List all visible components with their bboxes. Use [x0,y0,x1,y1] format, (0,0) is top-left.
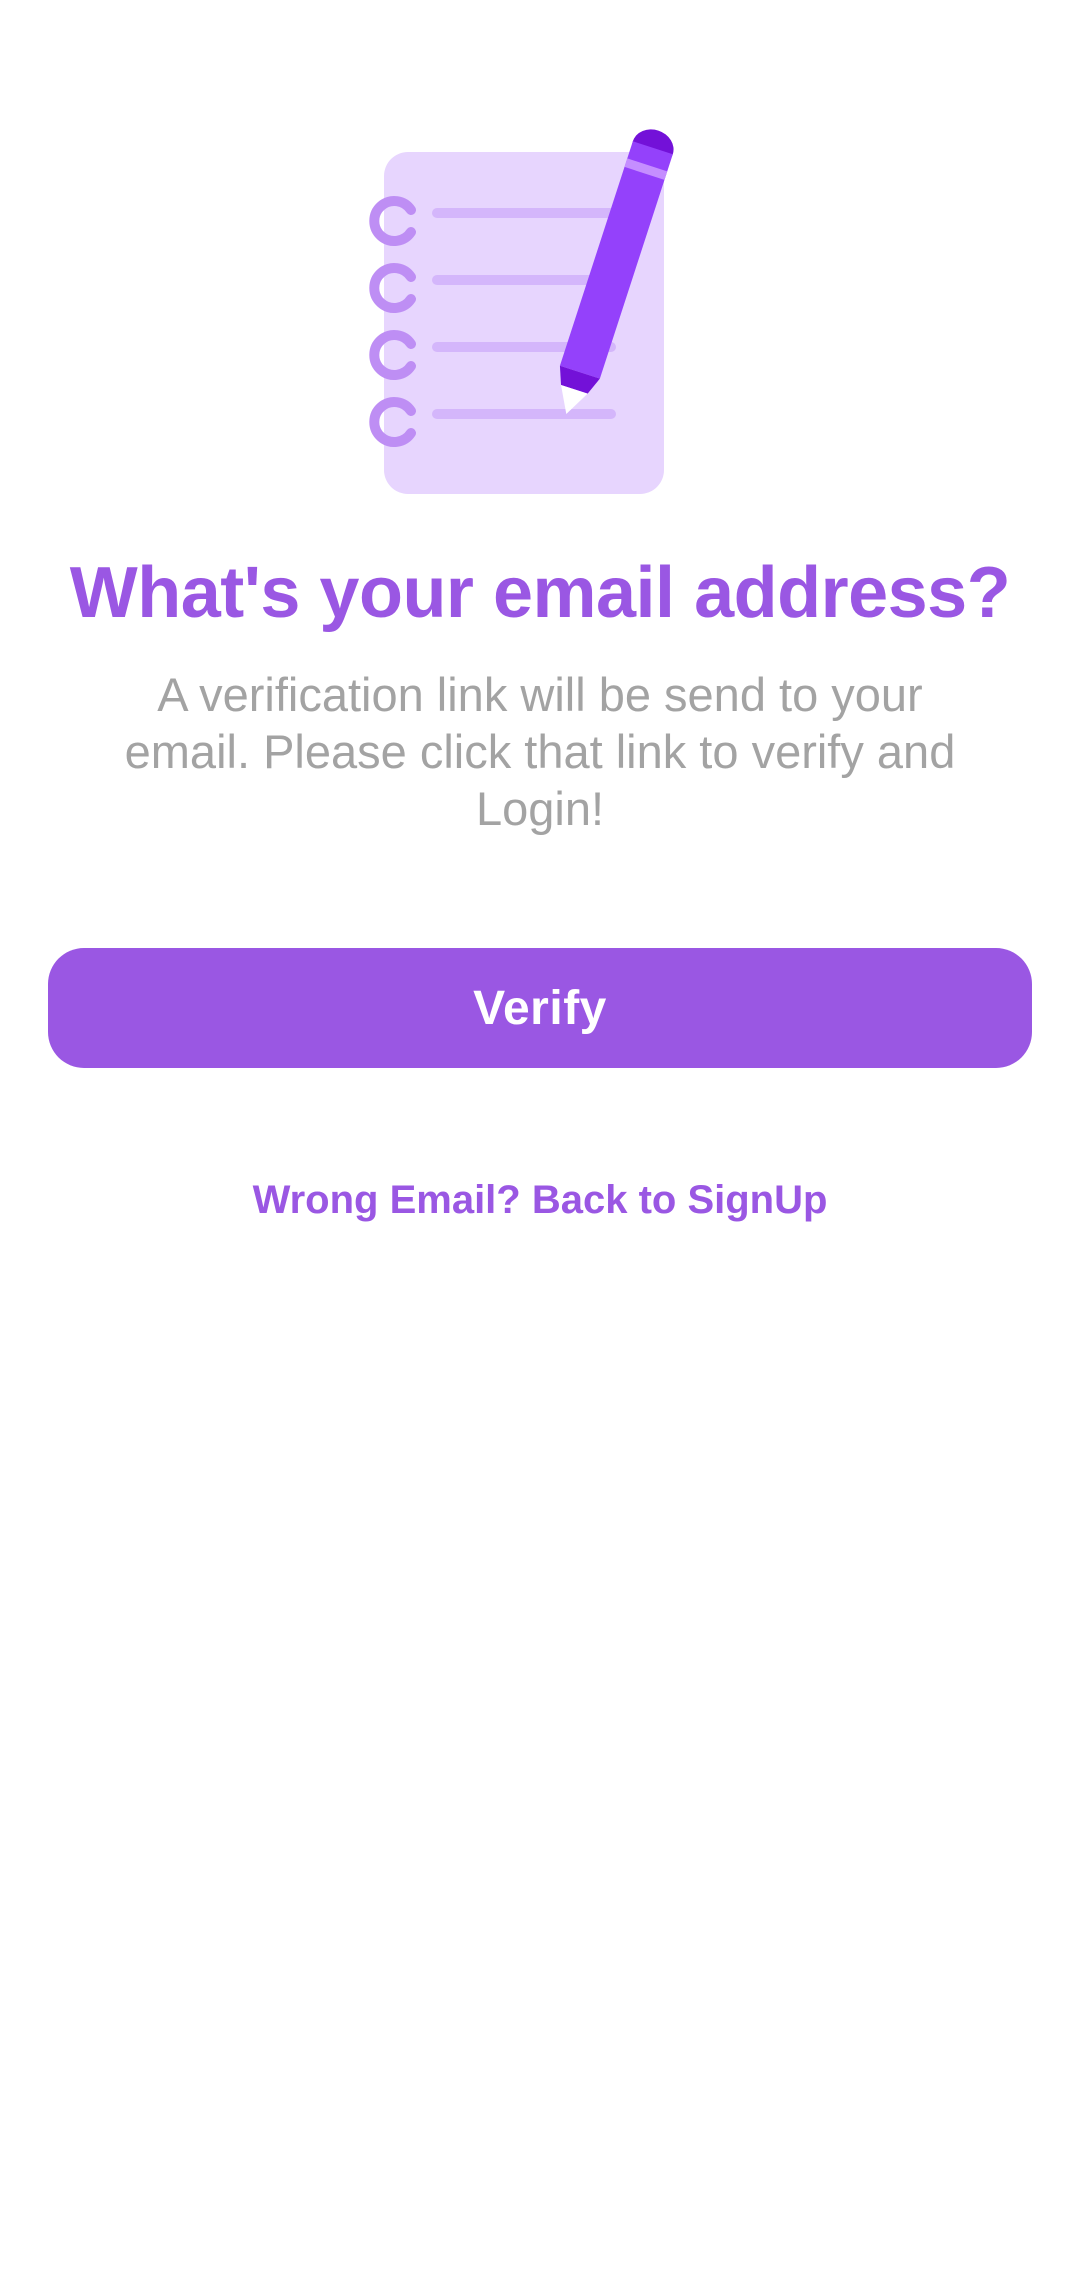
verify-button[interactable]: Verify [48,948,1032,1068]
page-title: What's your email address? [69,553,1011,633]
notepad-line [432,409,616,419]
back-to-signup-link[interactable]: Wrong Email? Back to SignUp [0,1170,1080,1230]
notepad-line [432,208,616,218]
verification-description: A verification link will be send to your… [124,668,956,835]
verify-email-screen: What's your email address? A verificatio… [0,0,1080,2281]
notepad-with-pencil-icon [356,128,722,500]
